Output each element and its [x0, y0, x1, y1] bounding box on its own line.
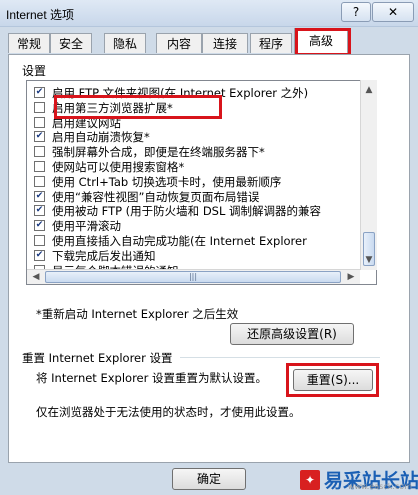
scroll-down-arrow-icon[interactable]: ▼	[361, 252, 377, 268]
highlight-box-third-party-extensions	[54, 95, 222, 119]
settings-horizontal-scrollbar[interactable]: ◀ ||| ▶	[27, 269, 360, 284]
setting-checkbox[interactable]	[34, 205, 45, 217]
setting-checkbox[interactable]	[34, 175, 45, 187]
watermark-url: www.easck.com	[347, 482, 412, 491]
setting-checkbox[interactable]	[34, 116, 45, 128]
setting-label: 下载完成后发出通知	[52, 248, 156, 263]
setting-checkbox[interactable]	[34, 161, 45, 172]
tab-security[interactable]: 安全	[50, 33, 92, 53]
setting-checkbox[interactable]	[34, 87, 45, 98]
tab-programs[interactable]: 程序	[250, 33, 292, 53]
tab-content[interactable]: 内容	[156, 33, 202, 53]
settings-vertical-scrollbar[interactable]: ▲ ▼	[360, 80, 377, 270]
reset-group-divider	[180, 357, 380, 358]
ok-button[interactable]: 确定	[172, 468, 246, 490]
highlight-box-advanced-tab	[295, 28, 351, 56]
tab-connections[interactable]: 连接	[202, 33, 248, 53]
setting-checkbox[interactable]	[34, 249, 45, 261]
highlight-box-reset-button	[286, 363, 379, 397]
reset-note: 仅在浏览器处于无法使用的状态时，才使用此设置。	[36, 405, 301, 419]
window-title: Internet 选项	[6, 8, 75, 22]
close-button[interactable]: ✕	[372, 2, 414, 22]
setting-label: 强制屏幕外合成，即便是在终端服务器下*	[52, 145, 265, 160]
setting-checkbox[interactable]	[34, 190, 45, 202]
help-button[interactable]: ?	[341, 2, 371, 22]
reset-heading: 重置 Internet Explorer 设置	[22, 351, 173, 365]
setting-checkbox[interactable]	[34, 220, 45, 232]
scroll-left-arrow-icon[interactable]: ◀	[28, 270, 44, 284]
setting-checkbox[interactable]	[34, 235, 45, 246]
title-bar: Internet 选项 ? ✕	[0, 0, 418, 27]
settings-heading: 设置	[22, 64, 47, 78]
restart-note: *重新启动 Internet Explorer 之后生效	[36, 307, 239, 321]
reset-description: 将 Internet Explorer 设置重置为默认设置。	[36, 371, 268, 385]
setting-label: 使用平滑滚动	[52, 219, 121, 234]
setting-checkbox[interactable]	[34, 146, 45, 158]
setting-checkbox[interactable]	[34, 131, 45, 143]
scroll-thumb-horizontal[interactable]: |||	[45, 271, 341, 283]
restore-advanced-settings-button[interactable]: 还原高级设置(R)	[230, 323, 354, 345]
setting-checkbox[interactable]	[34, 101, 45, 113]
setting-label: 启用自动崩溃恢复*	[52, 130, 150, 145]
setting-label: 使用“兼容性视图”自动恢复页面布局错误	[52, 189, 260, 204]
tab-general[interactable]: 常规	[8, 33, 50, 53]
setting-label: 使网站可以使用搜索窗格*	[52, 160, 185, 174]
setting-label: 使用 Ctrl+Tab 切换选项卡时，使用最新顺序	[52, 174, 282, 189]
site-logo-icon: ✦	[300, 470, 320, 490]
setting-label: 使用直接插入自动完成功能(在 Internet Explorer	[52, 234, 307, 248]
scroll-right-arrow-icon[interactable]: ▶	[343, 270, 359, 284]
tab-privacy[interactable]: 隐私	[104, 33, 146, 53]
setting-label: 使用被动 FTP (用于防火墙和 DSL 调制解调器的兼容	[52, 204, 322, 219]
scroll-up-arrow-icon[interactable]: ▲	[361, 82, 377, 98]
